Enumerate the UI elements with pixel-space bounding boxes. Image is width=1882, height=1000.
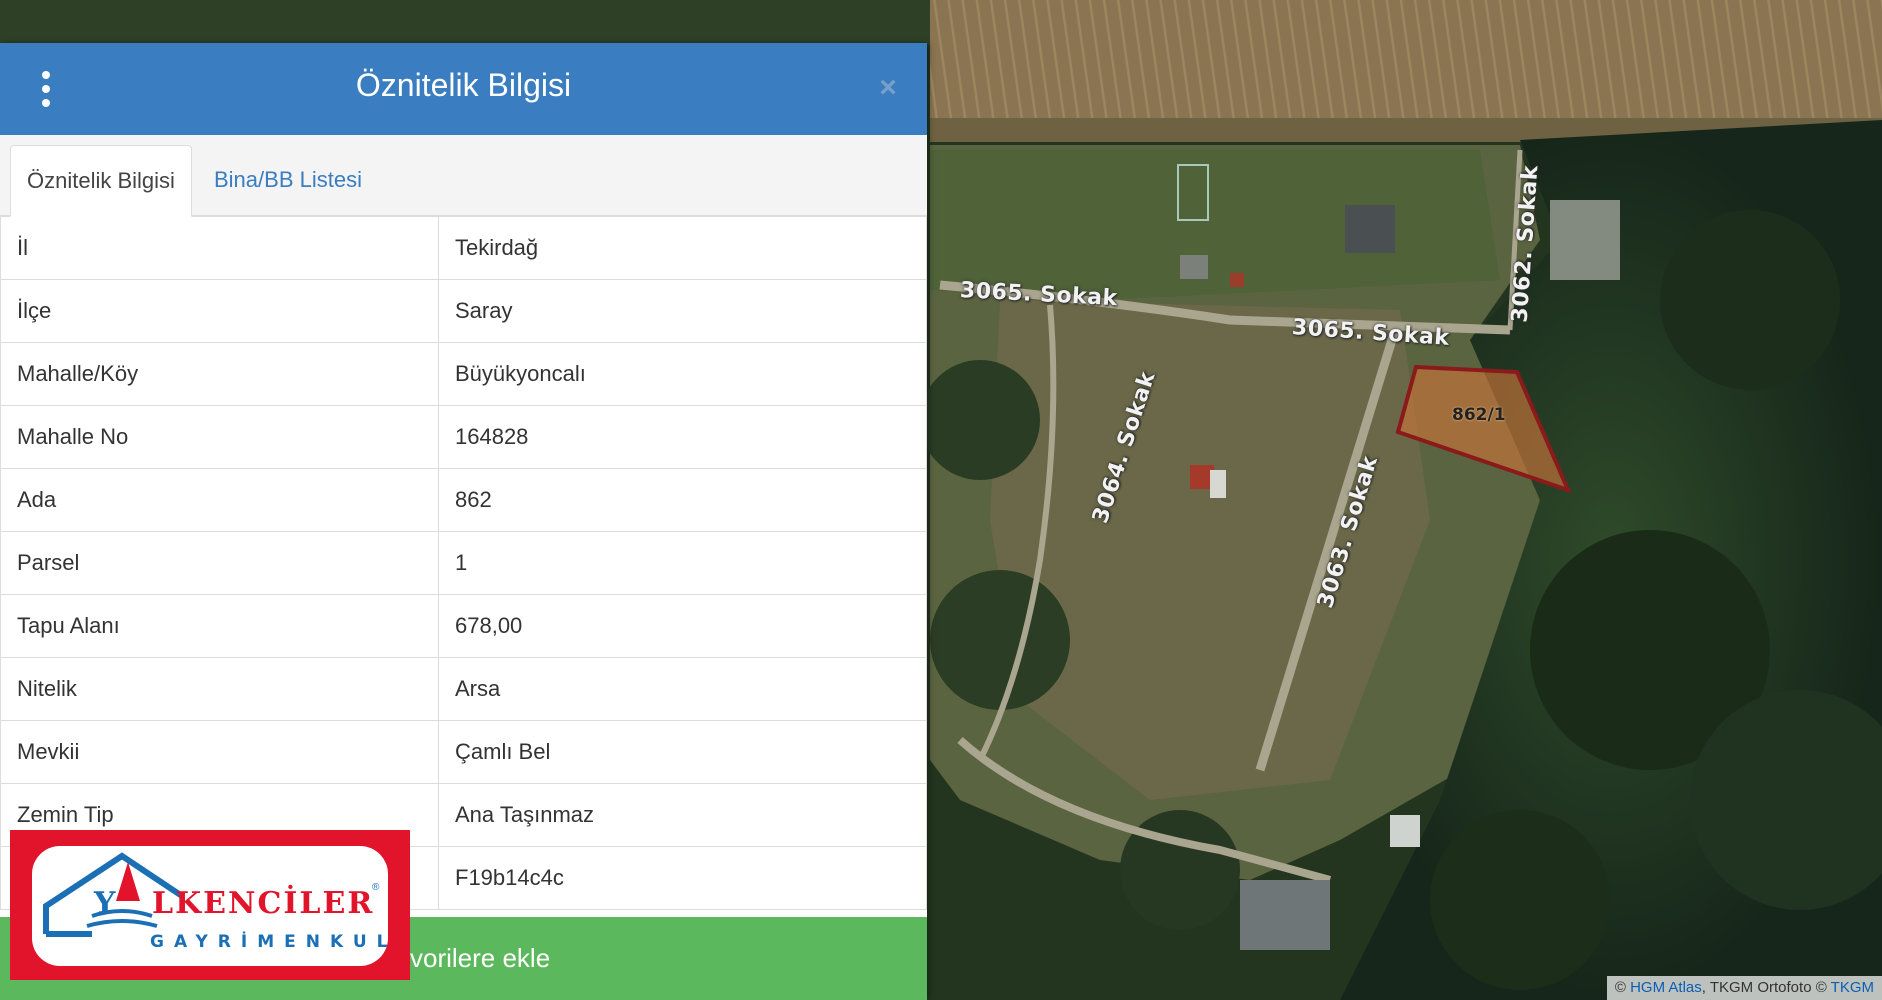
logo-first-letter: Y <box>94 886 116 921</box>
table-row: Mahalle No 164828 <box>0 405 927 469</box>
table-row: Nitelik Arsa <box>0 657 927 721</box>
attribute-key: İlçe <box>0 279 439 343</box>
attribute-key: Ada <box>0 468 439 532</box>
table-row: Parsel 1 <box>0 531 927 595</box>
favorites-label: vorilere ekle <box>410 943 551 973</box>
attribute-value: Ana Taşınmaz <box>438 783 927 847</box>
close-icon[interactable]: × <box>871 71 905 105</box>
logo-word: LKENCİLER <box>152 886 375 921</box>
table-row: İlçe Saray <box>0 279 927 343</box>
attribute-value: 862 <box>438 468 927 532</box>
map-attribution: © HGM Atlas, TKGM Ortofoto © TKGM <box>1606 976 1882 1000</box>
logo-subtitle: GAYRİMENKUL <box>150 932 388 952</box>
table-row: İl Tekirdağ <box>0 216 927 280</box>
attribute-table: İl Tekirdağ İlçe Saray Mahalle/Köy Büyükyonca… <box>0 216 927 910</box>
panel-header: Öznitelik Bilgisi × <box>0 43 927 135</box>
table-row: Mahalle/Köy Büyükyoncalı <box>0 342 927 406</box>
parcel-label: 862/1 <box>1452 405 1506 425</box>
logo-registered: ® <box>372 882 380 893</box>
logo-badge: Y LKENCİLER ® GAYRİMENKUL <box>32 846 388 966</box>
tab-bina-bb-listesi[interactable]: Bina/BB Listesi <box>198 145 378 215</box>
attribute-value: Saray <box>438 279 927 343</box>
panel-title: Öznitelik Bilgisi <box>355 67 572 103</box>
table-row: Tapu Alanı 678,00 <box>0 594 927 658</box>
attribute-key: İl <box>0 216 439 280</box>
table-row: Mevkii Çamlı Bel <box>0 720 927 784</box>
attribute-value: Büyükyoncalı <box>438 342 927 406</box>
attribute-value: 164828 <box>438 405 927 469</box>
attribute-key: Mahalle No <box>0 405 439 469</box>
tkgm-link[interactable]: TKGM <box>1831 979 1874 996</box>
attribute-value: Arsa <box>438 657 927 721</box>
attribute-key: Tapu Alanı <box>0 594 439 658</box>
attribute-value: 678,00 <box>438 594 927 658</box>
attribute-value: Çamlı Bel <box>438 720 927 784</box>
attribute-value: Tekirdağ <box>438 216 927 280</box>
panel-tabs: Öznitelik Bilgisi Bina/BB Listesi <box>0 135 927 217</box>
company-logo: Y LKENCİLER ® GAYRİMENKUL <box>10 830 410 980</box>
attribute-key: Mevkii <box>0 720 439 784</box>
tab-oznitelik-bilgisi[interactable]: Öznitelik Bilgisi <box>10 145 192 217</box>
attribute-value: 1 <box>438 531 927 595</box>
table-row: Ada 862 <box>0 468 927 532</box>
attribute-key: Parsel <box>0 531 439 595</box>
hgm-atlas-link[interactable]: HGM Atlas <box>1630 979 1702 996</box>
attribute-value: F19b14c4c <box>438 846 927 910</box>
attribute-key: Mahalle/Köy <box>0 342 439 406</box>
attribute-key: Nitelik <box>0 657 439 721</box>
